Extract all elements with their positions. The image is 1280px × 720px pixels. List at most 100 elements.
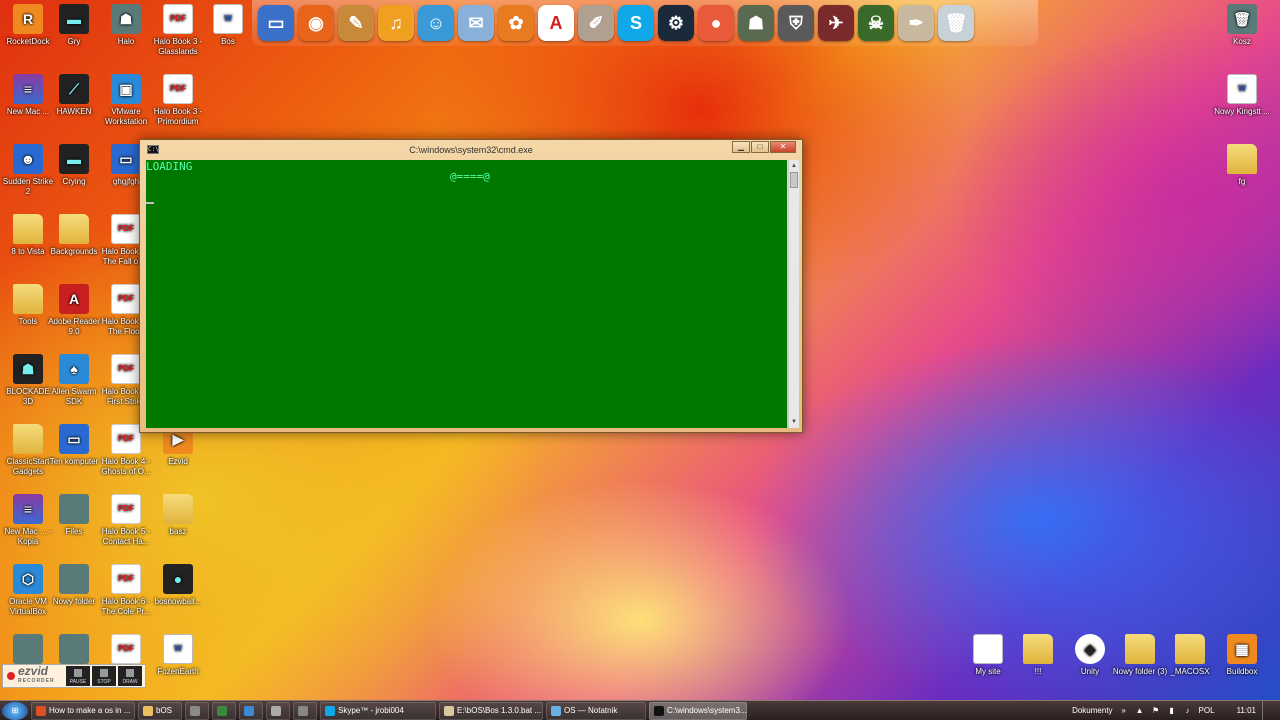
doc-icon: W: [1227, 74, 1257, 104]
desktop-icon-30[interactable]: Nowy folder: [46, 564, 102, 607]
adobe-icon[interactable]: A: [538, 5, 574, 41]
taskbar-item-3[interactable]: [212, 701, 236, 720]
desktop-icon-label: VMware Workstation: [104, 107, 148, 126]
desktop-icon-35[interactable]: PDF: [98, 634, 154, 667]
close-button[interactable]: ✕: [770, 141, 796, 153]
taskbar-item-label: C:\windows\system3...: [667, 706, 747, 715]
desktop-icon-2[interactable]: ☗ Halo: [98, 4, 154, 47]
desktop-icon-10[interactable]: ▬ Crying: [46, 144, 102, 187]
desktop-icon-42[interactable]: ◆ Unity: [1062, 634, 1118, 677]
tray-clock[interactable]: 11:01: [1237, 706, 1256, 715]
desktop-icon-27[interactable]: PDF Halo Book 5 - Contact Ha...: [98, 494, 154, 547]
desktop-icon-38[interactable]: W Nowy Kingstt ...: [1214, 74, 1270, 117]
stop-button[interactable]: STOP: [92, 666, 116, 686]
desktop-icon-28[interactable]: basz: [150, 494, 206, 537]
desktop-icon-label: fg: [1238, 177, 1246, 186]
desktop-icon-40[interactable]: My site: [960, 634, 1016, 677]
record-icon[interactable]: ●: [698, 5, 734, 41]
record-indicator-icon: [7, 672, 15, 680]
paint-icon[interactable]: ✐: [578, 5, 614, 41]
desktop-icon-6[interactable]: ⟋ HAWKEN: [46, 74, 102, 117]
taskbar-item-label: OS — Notatnik: [564, 706, 618, 715]
start-button[interactable]: ⊞: [2, 701, 28, 720]
tray-language[interactable]: POL: [1199, 706, 1215, 715]
tray-flag-icon[interactable]: ⚑: [1151, 706, 1161, 716]
cmd-window[interactable]: C:\ C:\windows\system32\cmd.exe ▁ □ ✕ LO…: [139, 139, 803, 433]
steam-icon[interactable]: ⚙: [658, 5, 694, 41]
draw-button[interactable]: DRAW: [118, 666, 142, 686]
people-icon[interactable]: ☺: [418, 5, 454, 41]
pdf-icon: PDF: [163, 74, 193, 104]
desktop-icon-label: Halo: [117, 37, 135, 46]
desktop-icon-36[interactable]: W FozenEarth: [150, 634, 206, 677]
maximize-button[interactable]: □: [751, 141, 769, 153]
pdf-icon: PDF: [111, 564, 141, 594]
taskbar-app-icon: [36, 705, 46, 716]
scroll-down-arrow-icon[interactable]: ▼: [789, 416, 799, 428]
desktop-icon-3[interactable]: PDF Halo Book 3 - Glasslands: [150, 4, 206, 57]
audacity-icon[interactable]: ♫: [378, 5, 414, 41]
desktop-icon-label: Crying: [62, 177, 86, 186]
desktop-icon-39[interactable]: fg: [1214, 144, 1270, 187]
firefox-icon[interactable]: ◉: [298, 5, 334, 41]
quill-icon[interactable]: ✒: [898, 5, 934, 41]
taskbar-app-icon: [444, 705, 454, 716]
taskbar-item-0[interactable]: How to make a os in ...: [31, 701, 135, 720]
taskbar-item-9[interactable]: OS — Notatnik: [546, 701, 646, 720]
scroll-thumb[interactable]: [790, 172, 798, 188]
trash-icon[interactable]: 🗑: [938, 5, 974, 41]
desktop-icon-44[interactable]: _MACOSX: [1162, 634, 1218, 677]
desktop-icon-19[interactable]: ♠ Allen Swarm SDK: [46, 354, 102, 407]
show-desktop-button[interactable]: [1262, 700, 1272, 720]
pause-button[interactable]: PAUSE: [66, 666, 90, 686]
orc-icon[interactable]: ☠: [858, 5, 894, 41]
tray-chevron-icon[interactable]: »: [1119, 706, 1129, 716]
desktop-icon-22[interactable]: ▭ Ten komputer: [46, 424, 102, 467]
tray-volume-icon[interactable]: ♪: [1183, 706, 1193, 716]
taskbar-item-5[interactable]: [266, 701, 290, 720]
desktop-icon-31[interactable]: PDF Halo Book 6 - The Cole Pr...: [98, 564, 154, 617]
media-icon[interactable]: ✎: [338, 5, 374, 41]
desktop-icon-13[interactable]: Backgrounds: [46, 214, 102, 257]
mail-icon[interactable]: ✉: [458, 5, 494, 41]
desktop-icon-16[interactable]: A Adobe Reader 9.0: [46, 284, 102, 337]
shield-icon[interactable]: ⛨: [778, 5, 814, 41]
cmd-titlebar[interactable]: C:\ C:\windows\system32\cmd.exe ▁ □ ✕: [140, 140, 802, 160]
taskbar-item-label: bOS: [156, 706, 173, 715]
halo-icon[interactable]: ☗: [738, 5, 774, 41]
computer-icon[interactable]: ▭: [258, 5, 294, 41]
desktop-icon-43[interactable]: Nowy folder (3): [1112, 634, 1168, 677]
desktop-icon-7[interactable]: ▣ VMware Workstation: [98, 74, 154, 127]
doc-icon: [973, 634, 1003, 664]
taskbar-item-7[interactable]: Skype™ - jrobi004: [320, 701, 436, 720]
flower-icon[interactable]: ✿: [498, 5, 534, 41]
tray-network-icon[interactable]: ▮: [1167, 706, 1177, 716]
desktop-icon-label: My site: [975, 667, 1001, 676]
tray-expand-icon[interactable]: ▲: [1135, 706, 1145, 716]
desktop-icon-34[interactable]: [46, 634, 102, 667]
taskbar-item-4[interactable]: [239, 701, 263, 720]
tray-toolbar-label[interactable]: Dokumenty: [1072, 706, 1112, 715]
desktop-icon-37[interactable]: 🗑 Kosz: [1214, 4, 1270, 47]
scroll-up-arrow-icon[interactable]: ▲: [789, 160, 799, 172]
taskbar-item-10[interactable]: C:\windows\system3...: [649, 701, 747, 720]
blue-icon: ▣: [111, 74, 141, 104]
vertical-scrollbar[interactable]: ▲ ▼: [788, 160, 799, 428]
desktop-icon-4[interactable]: W Bos: [200, 4, 256, 47]
desktop-icon-32[interactable]: ● bosnowball...: [150, 564, 206, 607]
taskbar-item-6[interactable]: [293, 701, 317, 720]
taskbar-item-2[interactable]: [185, 701, 209, 720]
skype-icon[interactable]: S: [618, 5, 654, 41]
desktop-icon-8[interactable]: PDF Halo Book 3 - Primordium: [150, 74, 206, 127]
cmd-system-icon[interactable]: C:\: [147, 145, 159, 154]
taskbar-item-1[interactable]: bOS: [138, 701, 182, 720]
aircraft-icon[interactable]: ✈: [818, 5, 854, 41]
desktop-icon-26[interactable]: Files: [46, 494, 102, 537]
taskbar-item-8[interactable]: E:\bOS\Bos 1.3.0.bat ...: [439, 701, 543, 720]
desktop-icon-1[interactable]: ▬ Gry: [46, 4, 102, 47]
cmd-console[interactable]: LOADING @====@: [146, 160, 787, 428]
minimize-button[interactable]: ▁: [732, 141, 750, 153]
folder-icon: [59, 214, 89, 244]
desktop-icon-45[interactable]: ▦ Buildbox: [1214, 634, 1270, 677]
desktop-icon-41[interactable]: !!!: [1010, 634, 1066, 677]
